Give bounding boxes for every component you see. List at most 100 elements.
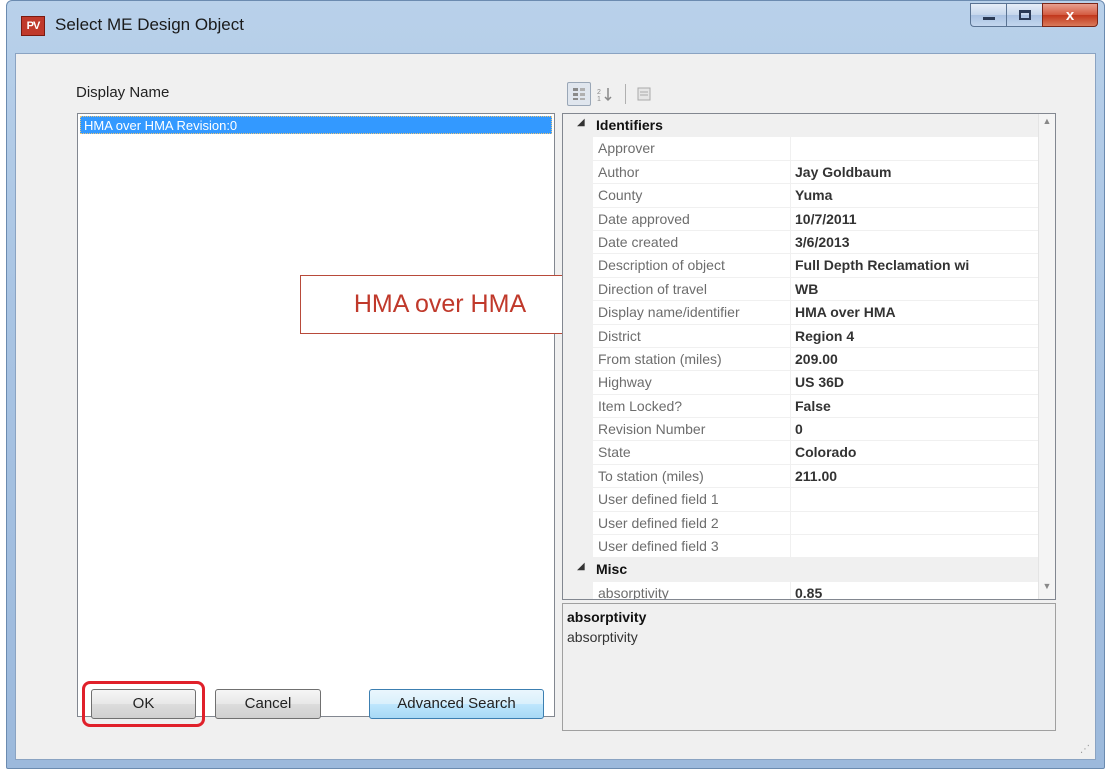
minimize-icon — [982, 16, 995, 20]
row-gutter — [563, 441, 593, 465]
dialog-client-area: Display Name HMA over HMA Revision:0 HMA… — [15, 53, 1096, 760]
row-gutter — [563, 207, 593, 231]
property-value[interactable]: 3/6/2013 — [791, 231, 1040, 255]
row-gutter — [563, 371, 593, 395]
property-row[interactable]: District Region 4 — [563, 324, 1055, 348]
property-value[interactable] — [791, 535, 1040, 559]
property-row[interactable]: State Colorado — [563, 441, 1055, 465]
advanced-search-button[interactable]: Advanced Search — [369, 689, 544, 719]
property-rows: ◢ Identifiers Approver Author Jay Goldbaum Co… — [563, 114, 1055, 599]
close-button[interactable]: x — [1042, 3, 1098, 27]
row-gutter — [563, 394, 593, 419]
property-row[interactable]: Direction of travel WB — [563, 277, 1055, 302]
design-object-list[interactable]: HMA over HMA Revision:0 HMA over HMA — [77, 113, 580, 717]
property-name: From station (miles) — [593, 347, 791, 372]
property-row[interactable]: County Yuma — [563, 184, 1055, 208]
property-grid-scrollbar[interactable]: ▲ ▼ — [1038, 114, 1055, 599]
maximize-icon — [1018, 10, 1031, 20]
property-name: Item Locked? — [593, 394, 791, 419]
property-row[interactable]: To station (miles) 211.00 — [563, 464, 1055, 489]
property-row[interactable]: User defined field 1 — [563, 488, 1055, 512]
property-value[interactable]: 209.00 — [791, 348, 1040, 372]
property-row[interactable]: Item Locked? False — [563, 394, 1055, 419]
row-gutter — [563, 581, 593, 599]
row-gutter — [563, 137, 593, 161]
svg-text:2: 2 — [597, 89, 601, 96]
property-row[interactable]: Description of object Full Depth Reclamat… — [563, 254, 1055, 278]
property-row[interactable]: Highway US 36D — [563, 371, 1055, 395]
property-value[interactable]: 10/7/2011 — [791, 208, 1040, 231]
property-value[interactable] — [791, 137, 1040, 161]
collapse-arrow-icon[interactable]: ◢ — [577, 117, 585, 128]
category-row[interactable]: ◢ Misc — [563, 558, 1055, 582]
property-value[interactable]: Colorado — [791, 441, 1040, 465]
row-gutter — [563, 535, 593, 559]
annotation-callout: HMA over HMA — [300, 275, 580, 334]
row-gutter — [563, 347, 593, 372]
close-icon: x — [1065, 6, 1075, 24]
property-name: absorptivity — [593, 581, 791, 599]
cancel-button[interactable]: Cancel — [215, 689, 321, 719]
property-value[interactable]: 0 — [791, 418, 1040, 442]
row-gutter — [563, 464, 593, 489]
row-gutter — [563, 160, 593, 185]
property-row[interactable]: absorptivity 0.85 — [563, 581, 1055, 599]
property-value[interactable]: 211.00 — [791, 465, 1040, 489]
property-name: User defined field 2 — [593, 511, 791, 536]
category-row[interactable]: ◢ Identifiers — [563, 114, 1055, 138]
scroll-up-icon[interactable]: ▲ — [1039, 116, 1055, 132]
list-item[interactable]: HMA over HMA Revision:0 — [80, 116, 552, 134]
scroll-down-icon[interactable]: ▼ — [1039, 581, 1055, 597]
property-value[interactable]: Yuma — [791, 184, 1040, 208]
property-row[interactable]: Display name/identifier HMA over HMA — [563, 301, 1055, 325]
collapse-arrow-icon[interactable]: ◢ — [577, 561, 585, 572]
window-title: Select ME Design Object — [55, 15, 244, 34]
toolbar-separator — [625, 84, 626, 104]
property-row[interactable]: From station (miles) 209.00 — [563, 347, 1055, 372]
property-row[interactable]: Author Jay Goldbaum — [563, 160, 1055, 185]
description-title: absorptivity — [567, 609, 647, 625]
property-value[interactable]: US 36D — [791, 371, 1040, 395]
property-name: Highway — [593, 371, 791, 395]
row-gutter — [563, 511, 593, 536]
display-name-label: Display Name — [76, 84, 170, 101]
property-row[interactable]: Revision Number 0 — [563, 418, 1055, 442]
property-value[interactable] — [791, 512, 1040, 536]
property-value[interactable]: WB — [791, 278, 1040, 302]
property-row[interactable]: User defined field 3 — [563, 535, 1055, 559]
property-row[interactable]: Approver — [563, 137, 1055, 161]
property-name: Direction of travel — [593, 277, 791, 302]
row-gutter — [563, 230, 593, 255]
property-name: Approver — [593, 137, 791, 161]
resize-grip-icon[interactable]: ⋰ — [1080, 744, 1092, 756]
property-pages-icon[interactable] — [632, 82, 656, 106]
property-grid[interactable]: ◢ Identifiers Approver Author Jay Goldbaum Co… — [562, 113, 1056, 600]
property-value[interactable]: Full Depth Reclamation wi — [791, 254, 1040, 278]
title-bar[interactable]: PV Select ME Design Object x — [7, 1, 1104, 53]
row-gutter — [563, 324, 593, 348]
property-value[interactable] — [791, 488, 1040, 512]
property-row[interactable]: Date approved 10/7/2011 — [563, 207, 1055, 231]
property-row[interactable]: Date created 3/6/2013 — [563, 230, 1055, 255]
property-row[interactable]: User defined field 2 — [563, 511, 1055, 536]
app-icon: PV — [21, 16, 45, 36]
property-value[interactable]: False — [791, 395, 1040, 419]
property-value[interactable]: HMA over HMA — [791, 301, 1040, 325]
property-value[interactable]: Jay Goldbaum — [791, 161, 1040, 185]
property-name: User defined field 3 — [593, 535, 791, 559]
property-name: Description of object — [593, 254, 791, 278]
maximize-button[interactable] — [1006, 3, 1042, 27]
alphabetical-sort-icon[interactable]: 21 — [593, 82, 617, 106]
dialog-window: PV Select ME Design Object x Display Nam… — [6, 0, 1105, 769]
row-gutter — [563, 418, 593, 442]
description-text: absorptivity — [567, 629, 638, 645]
property-value[interactable]: 0.85 — [791, 582, 1040, 599]
categorized-view-icon[interactable] — [567, 82, 591, 106]
ok-button[interactable]: OK — [91, 689, 196, 719]
property-value[interactable]: Region 4 — [791, 325, 1040, 348]
minimize-button[interactable] — [970, 3, 1006, 27]
category-label: Misc — [596, 561, 628, 578]
property-name: District — [593, 324, 791, 348]
property-name: Date approved — [593, 207, 791, 231]
row-gutter — [563, 254, 593, 278]
